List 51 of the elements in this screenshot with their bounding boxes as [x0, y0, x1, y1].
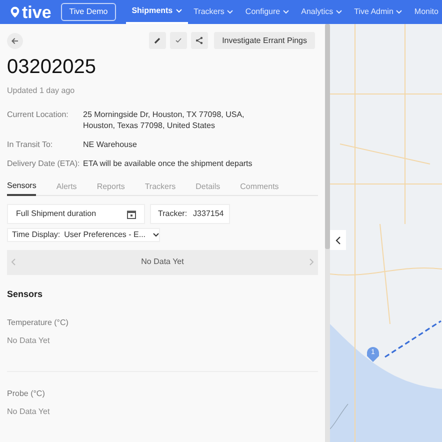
no-data-text: No Data Yet	[140, 256, 185, 268]
tab[interactable]: Trackers	[144, 178, 176, 196]
date-range-field[interactable]: Full Shipment duration	[7, 204, 145, 224]
caret-icon	[336, 10, 342, 14]
sensor-name: Probe (°C)	[7, 388, 46, 400]
tab[interactable]: Alerts	[56, 178, 77, 196]
caret-icon	[283, 10, 290, 14]
tracker-field[interactable]: Tracker: J337154	[150, 204, 230, 224]
caret-icon	[176, 9, 182, 13]
logo: tive	[10, 4, 52, 20]
check-icon	[174, 36, 184, 45]
back-button[interactable]	[7, 32, 23, 48]
edit-button[interactable]	[149, 32, 166, 49]
sensor-name: Temperature (°C)	[7, 317, 70, 329]
scrollbar-thumb[interactable]	[325, 24, 330, 249]
tab[interactable]: Sensors	[7, 178, 36, 196]
nav-menu[interactable]: Tive Admin	[348, 0, 408, 24]
field-label: Delivery Date (ETA):	[7, 158, 81, 169]
shipment-title: 03202025	[7, 55, 97, 79]
field-value: ETA will be available once the shipment departs	[83, 158, 254, 169]
caret-icon	[227, 10, 234, 14]
left-chevron-icon[interactable]	[11, 258, 16, 266]
caret-icon	[396, 10, 402, 14]
tab[interactable]: Comments	[240, 178, 279, 196]
route-line	[384, 320, 442, 358]
nav-menu[interactable]: Configure	[239, 0, 296, 24]
collapse-button[interactable]	[330, 230, 346, 250]
calendar-icon	[127, 210, 136, 218]
tab[interactable]: Details	[196, 178, 220, 196]
time-display-dropdown[interactable]: Time Display: User Preferences - E...	[7, 228, 160, 242]
nav-menu[interactable]: Monito	[408, 0, 438, 24]
updated-text: Updated 1 day ago	[7, 85, 76, 97]
section-heading: Sensors	[7, 288, 44, 300]
caret-icon	[152, 233, 159, 237]
field-label: Current Location:	[7, 109, 70, 121]
sensor-value: No Data Yet	[7, 335, 51, 347]
field-value: 25 Morningside Dr, Houston, TX 77098, USA, Houston, Texas 77098, United States	[83, 109, 246, 131]
back-arrow-icon	[11, 36, 19, 44]
field-label: In Transit To:	[7, 139, 54, 150]
left-chevron-icon	[335, 236, 341, 244]
field-value: NE Warehouse	[83, 139, 138, 150]
account-button[interactable]: Tive Demo	[61, 3, 116, 21]
share-button[interactable]	[191, 32, 208, 49]
right-chevron-icon[interactable]	[309, 258, 314, 266]
share-icon	[195, 36, 204, 45]
tab[interactable]: Reports	[96, 178, 125, 196]
nav-menu[interactable]: Analytics	[295, 0, 348, 24]
sensor-value: No Data Yet	[7, 406, 51, 418]
investigate-button[interactable]: Investigate Errant Pings	[214, 32, 315, 49]
nav-menu[interactable]: Trackers	[188, 0, 240, 24]
pencil-icon	[153, 36, 162, 45]
